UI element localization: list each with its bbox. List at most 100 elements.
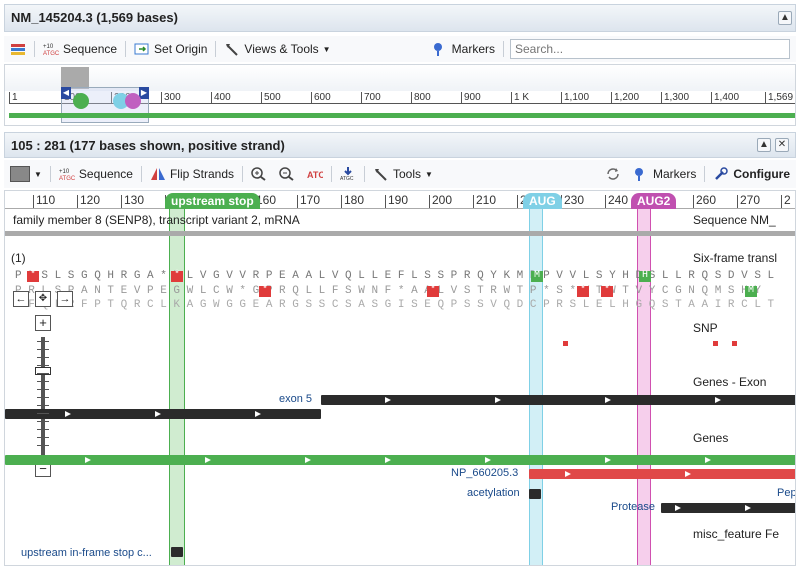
main-ruler-tick	[429, 195, 430, 208]
color-picker-dropdown[interactable]: ▼	[4, 166, 48, 182]
start-codon-mark: M	[745, 286, 757, 297]
overview-ruler-label: 500	[264, 92, 281, 103]
sequence-button[interactable]: +10 ATGC Sequence	[37, 42, 123, 57]
markers-button[interactable]: Markers	[426, 42, 501, 56]
strand-arrow	[305, 457, 311, 463]
sequence-view[interactable]: 1101201301401501601701801902002102202302…	[4, 190, 796, 566]
zoom-plus-button[interactable]: +	[35, 315, 51, 331]
frame-row-1: P L S L S G Q H R G A * R L V G V V R P …	[15, 270, 775, 282]
pan-left-button[interactable]: ←	[13, 291, 29, 307]
zoom-in-button[interactable]	[245, 167, 273, 181]
overview-ruler-tick	[211, 92, 212, 103]
set-origin-button[interactable]: Set Origin	[128, 42, 213, 56]
stop-codon-mark: *	[171, 271, 183, 282]
strand-arrow	[155, 411, 161, 417]
protease-feature[interactable]	[661, 503, 795, 513]
stop-codon-mark: *	[601, 286, 613, 297]
svg-text:ATGC: ATGC	[43, 51, 60, 56]
frame-label: (1)	[11, 251, 26, 265]
aug2-marker-label[interactable]: AUG2	[631, 193, 677, 209]
search-input[interactable]	[510, 39, 790, 59]
chevron-down-icon: ▼	[425, 169, 433, 179]
genes-exon-track-label: Genes - Exon	[693, 375, 767, 389]
viewport-left-arrow[interactable]: ◀	[61, 87, 71, 99]
collapse-main-panel-button[interactable]: ▲	[757, 138, 771, 152]
overview-panel[interactable]: 11002003004005006007008009001 K1,1001,20…	[4, 64, 796, 126]
views-tools-dropdown[interactable]: Views & Tools ▼	[218, 42, 336, 56]
toolbar-separator	[215, 41, 217, 57]
snp-mark[interactable]	[563, 341, 568, 346]
main-ruler-tick	[33, 195, 34, 208]
misc-feature-track-label: misc_feature Fe	[693, 527, 780, 541]
main-sequence-button[interactable]: +10 ATGC Sequence	[53, 167, 139, 182]
top-panel-title: NM_145204.3 (1,569 bases)	[4, 4, 796, 32]
aug-marker-label[interactable]: AUG	[523, 193, 562, 209]
zoom-notch	[37, 421, 49, 422]
download-sequence-button[interactable]: ATGC	[334, 167, 362, 182]
svg-text:+10: +10	[59, 169, 70, 175]
main-ruler-tick	[297, 195, 298, 208]
zoom-notch	[37, 341, 49, 342]
zoom-to-sequence-button[interactable]: ATC	[301, 167, 329, 181]
zoom-notch	[37, 349, 49, 350]
color-swatch-icon	[10, 166, 30, 182]
zoom-notch	[37, 429, 49, 430]
wrench-icon	[713, 167, 729, 181]
snp-mark[interactable]	[732, 341, 737, 346]
viewport-handle[interactable]	[61, 67, 89, 89]
zoom-sequence-icon: ATC	[307, 167, 325, 181]
strand-arrow	[745, 505, 751, 511]
acetylation-feature[interactable]	[529, 489, 541, 499]
overview-ruler-label: 700	[364, 92, 381, 103]
exon5-feature[interactable]	[321, 395, 795, 405]
six-frame-label: Six-frame transl	[693, 251, 778, 265]
strand-arrow	[675, 505, 681, 511]
overview-ruler-tick	[511, 92, 512, 103]
viewport-right-arrow[interactable]: ▶	[139, 87, 149, 99]
zoom-in-icon	[251, 167, 267, 181]
main-ruler-label: 270	[740, 193, 761, 207]
zoom-out-button[interactable]	[273, 167, 301, 181]
upstream-stop-codon-feature[interactable]	[171, 547, 183, 557]
pan-center-button[interactable]: ✥	[35, 291, 51, 307]
main-ruler-tick	[341, 195, 342, 208]
chevron-down-icon: ▼	[34, 169, 42, 179]
close-main-panel-button[interactable]: ✕	[775, 138, 789, 152]
marker-pin-icon	[633, 167, 649, 181]
main-ruler-label: 120	[80, 193, 101, 207]
main-markers-button[interactable]: Markers	[627, 167, 702, 181]
collapse-top-panel-button[interactable]: ▲	[778, 11, 792, 25]
pep-label: Pep	[777, 487, 796, 499]
overview-ruler-label: 1,300	[664, 92, 690, 103]
markers-label: Markers	[451, 42, 495, 56]
frame-row-2: P R L S P A N T E V P E G W L C W * G P …	[15, 285, 761, 297]
main-ruler-label: 240	[608, 193, 629, 207]
strand-arrow	[685, 471, 691, 477]
upstream-stop-column	[169, 197, 185, 565]
set-origin-label: Set Origin	[154, 42, 208, 56]
pan-right-button[interactable]: →	[57, 291, 73, 307]
main-ruler-tick	[693, 195, 694, 208]
overview-ruler-label: 1,100	[564, 92, 590, 103]
main-ruler-tick	[737, 195, 738, 208]
toolbar-separator	[49, 166, 51, 182]
upstream-stop-marker-label[interactable]: upstream stop	[165, 193, 260, 209]
marker-dot-aug2[interactable]	[125, 93, 141, 109]
layout-button[interactable]	[4, 42, 32, 56]
overview-ruler-label: 800	[414, 92, 431, 103]
configure-button[interactable]: Configure	[707, 167, 796, 181]
strand-arrow	[385, 397, 391, 403]
flip-strands-icon	[150, 167, 166, 181]
gene-feature[interactable]	[5, 455, 795, 465]
flip-strands-button[interactable]: Flip Strands	[144, 167, 240, 181]
tools-dropdown[interactable]: Tools ▼	[367, 167, 439, 181]
marker-dot-upstream-stop[interactable]	[73, 93, 89, 109]
exon4-feature[interactable]	[5, 409, 321, 419]
refresh-button[interactable]	[599, 167, 627, 181]
download-icon: ATGC	[340, 167, 356, 182]
strand-arrow	[605, 457, 611, 463]
overview-ruler-tick	[765, 92, 766, 103]
svg-text:ATC: ATC	[307, 170, 323, 180]
snp-mark[interactable]	[713, 341, 718, 346]
overview-ruler-tick	[561, 92, 562, 103]
